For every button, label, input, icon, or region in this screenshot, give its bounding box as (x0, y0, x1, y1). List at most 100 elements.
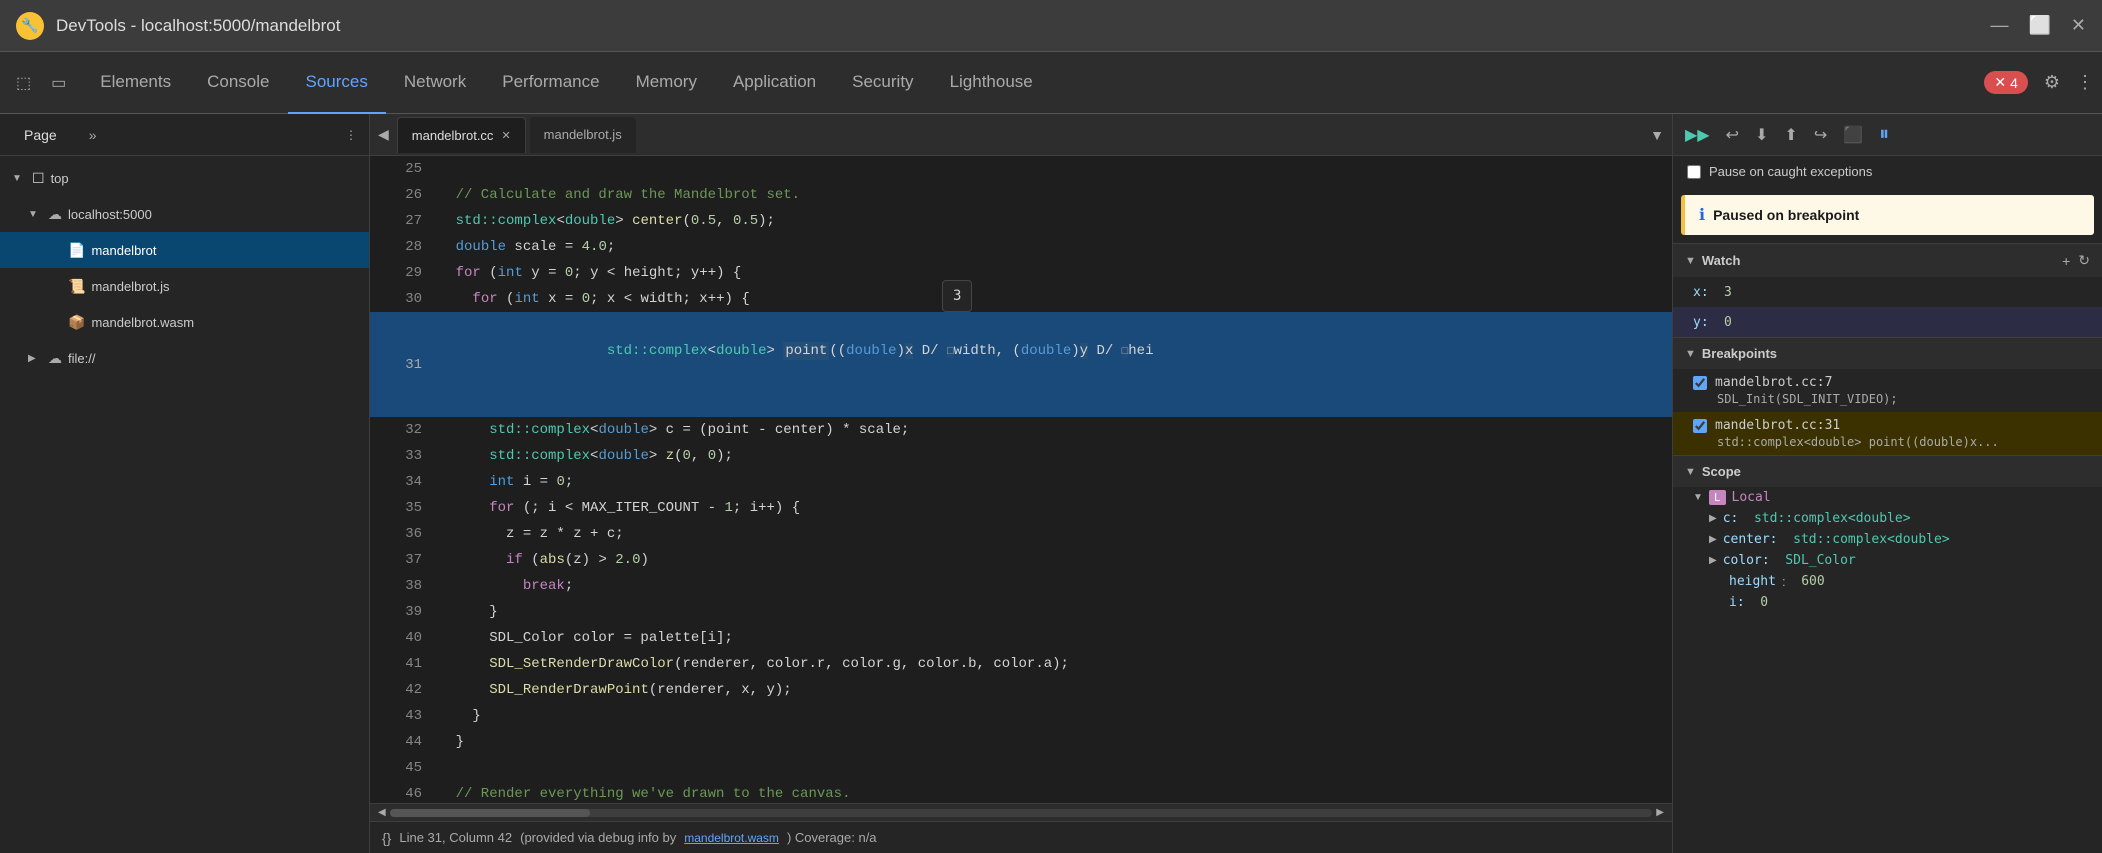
debugger-toolbar: ▶▶ ↩ ⬇ ⬆ ↪ ⬛ ⏸ (1673, 114, 2102, 156)
tree-item-localhost[interactable]: ▼ ☁ localhost:5000 (0, 196, 369, 232)
tree-label-mandelbrot-wasm: mandelbrot.wasm (91, 315, 194, 330)
close-icon-mandelbrot-cc[interactable]: ✕ (501, 129, 510, 142)
frame-icon: ☐ (32, 170, 45, 187)
table-row: 35 for (; i < MAX_ITER_COUNT - 1; i++) { (370, 495, 1672, 521)
sidebar-more-menu[interactable]: ⋮ (345, 128, 357, 142)
more-tabs-button[interactable]: » (77, 123, 109, 147)
tabbar-left-controls: ⬚ ▭ (8, 69, 74, 97)
more-options-button[interactable]: ⋮ (2076, 72, 2094, 93)
breakpoints-collapse-arrow: ▼ (1685, 348, 1696, 360)
step-button[interactable]: ↪ (1814, 125, 1827, 145)
step-over-button[interactable]: ↩ (1726, 125, 1739, 145)
debug-source-link[interactable]: mandelbrot.wasm (684, 831, 779, 845)
editor-tab-mandelbrot-cc[interactable]: mandelbrot.cc ✕ (397, 117, 526, 153)
tab-elements[interactable]: Elements (82, 52, 189, 114)
scope-local-label: Local (1732, 490, 1771, 505)
tab-performance[interactable]: Performance (484, 52, 617, 114)
scroll-track[interactable] (390, 809, 1653, 817)
tab-security[interactable]: Security (834, 52, 931, 114)
pause-on-exception-toggle[interactable]: ⏸ (1879, 123, 1889, 146)
scope-type-color: SDL_Color (1785, 553, 1855, 568)
step-out-button[interactable]: ⬆ (1784, 125, 1797, 145)
scope-arrow-center[interactable]: ▶ (1709, 534, 1717, 545)
watch-section-header[interactable]: ▼ Watch + ↻ (1673, 243, 2102, 277)
tab-sources[interactable]: Sources (288, 52, 386, 114)
pause-caught-label: Pause on caught exceptions (1709, 164, 1872, 179)
window-controls: — ⬜ ✕ (1990, 15, 2086, 36)
scope-item-c: ▶ c: std::complex<double> (1673, 508, 2102, 529)
scope-arrow-color[interactable]: ▶ (1709, 555, 1717, 566)
scope-local-header[interactable]: ▼ L Local (1673, 487, 2102, 508)
tree-item-mandelbrot-wasm[interactable]: 📦 mandelbrot.wasm (0, 304, 369, 340)
tab-memory[interactable]: Memory (618, 52, 715, 114)
editor-tab-label-mandelbrot-cc: mandelbrot.cc (412, 128, 494, 143)
breakpoints-section-header[interactable]: ▼ Breakpoints (1673, 337, 2102, 369)
scope-key-height: height (1729, 574, 1776, 589)
window-title: DevTools - localhost:5000/mandelbrot (56, 16, 1978, 36)
settings-button[interactable]: ⚙ (2044, 72, 2060, 93)
tree-item-mandelbrot-js[interactable]: 📜 mandelbrot.js (0, 268, 369, 304)
inspect-element-button[interactable]: ⬚ (8, 69, 39, 97)
scope-val-height: 600 (1801, 574, 1824, 589)
code-editor: ◀ mandelbrot.cc ✕ mandelbrot.js ▼ 25 (370, 114, 1672, 853)
debugger-panel-content: Pause on caught exceptions ℹ Paused on b… (1673, 156, 2102, 853)
bp-1-location: mandelbrot.cc:7 (1715, 375, 1832, 390)
scroll-left-arrow[interactable]: ◀ (374, 807, 390, 818)
minimize-button[interactable]: — (1990, 15, 2008, 36)
tree-item-top[interactable]: ▼ ☐ top (0, 160, 369, 196)
page-tab[interactable]: Page (12, 123, 69, 147)
table-row: 32 std::complex<double> c = (point - cen… (370, 417, 1672, 443)
table-row: 27 std::complex<double> center(0.5, 0.5)… (370, 208, 1672, 234)
format-icon[interactable]: {} (382, 830, 391, 846)
tree-item-file[interactable]: ▶ ☁ file:// (0, 340, 369, 376)
tab-lighthouse[interactable]: Lighthouse (932, 52, 1051, 114)
tree-label-mandelbrot-js: mandelbrot.js (91, 279, 169, 294)
breakpoint-item-1: mandelbrot.cc:7 SDL_Init(SDL_INIT_VIDEO)… (1673, 369, 2102, 412)
file-icon-mandelbrot: 📄 (68, 242, 85, 259)
tab-console[interactable]: Console (189, 52, 287, 114)
error-x-icon: ✕ (1994, 74, 2006, 91)
watch-item-x: x: 3 (1673, 277, 2102, 307)
step-into-button[interactable]: ⬇ (1755, 125, 1768, 145)
bp-2-checkbox[interactable] (1693, 419, 1707, 433)
horizontal-scrollbar[interactable]: ◀ ▶ (370, 803, 1672, 821)
table-row: 37 if (abs(z) > 2.0) (370, 547, 1672, 573)
bp-2-code: std::complex<double> point((double)x... (1693, 435, 2082, 449)
close-button[interactable]: ✕ (2071, 15, 2086, 36)
table-row: 31 std::complex<double> point((double)x … (370, 312, 1672, 417)
tab-application[interactable]: Application (715, 52, 834, 114)
scroll-right-arrow[interactable]: ▶ (1652, 807, 1668, 818)
deactivate-breakpoints-button[interactable]: ⬛ (1843, 125, 1863, 145)
tree-item-mandelbrot[interactable]: 📄 mandelbrot (0, 232, 369, 268)
device-toolbar-button[interactable]: ▭ (43, 69, 74, 97)
watch-add-button[interactable]: + (2062, 252, 2070, 269)
watch-refresh-button[interactable]: ↻ (2078, 252, 2090, 269)
editor-collapse-button[interactable]: ▼ (1650, 127, 1664, 143)
table-row: 38 break; (370, 573, 1672, 599)
bp-1-checkbox[interactable] (1693, 376, 1707, 390)
table-row: 36 z = z * z + c; (370, 521, 1672, 547)
table-row: 25 (370, 156, 1672, 182)
editor-back-button[interactable]: ◀ (378, 126, 389, 143)
sidebar-header: Page » ⋮ (0, 114, 369, 156)
scope-arrow-c[interactable]: ▶ (1709, 513, 1717, 524)
pause-caught-exceptions-checkbox[interactable] (1687, 165, 1701, 179)
scope-item-height: height : 600 (1673, 571, 2102, 592)
maximize-button[interactable]: ⬜ (2028, 15, 2050, 36)
code-scroll-area[interactable]: 25 26 // Calculate and draw the Mandelbr… (370, 156, 1672, 803)
scope-section-header[interactable]: ▼ Scope (1673, 455, 2102, 487)
scope-key-center: center: (1723, 532, 1778, 547)
watch-val-y: 0 (1724, 315, 1732, 330)
error-badge-button[interactable]: ✕ 4 (1984, 71, 2028, 94)
tree-label-localhost: localhost:5000 (68, 207, 152, 222)
scope-key-color: color: (1723, 553, 1770, 568)
tree-label-mandelbrot: mandelbrot (91, 243, 156, 258)
tree-arrow-localhost: ▼ (28, 209, 42, 220)
scope-item-center: ▶ center: std::complex<double> (1673, 529, 2102, 550)
resume-button[interactable]: ▶▶ (1685, 125, 1710, 145)
editor-tab-mandelbrot-js[interactable]: mandelbrot.js (530, 117, 636, 153)
debug-info-suffix: ) Coverage: n/a (787, 830, 877, 845)
scroll-thumb[interactable] (390, 809, 590, 817)
tab-network[interactable]: Network (386, 52, 484, 114)
tabbar-right-controls: ✕ 4 ⚙ ⋮ (1984, 71, 2094, 94)
